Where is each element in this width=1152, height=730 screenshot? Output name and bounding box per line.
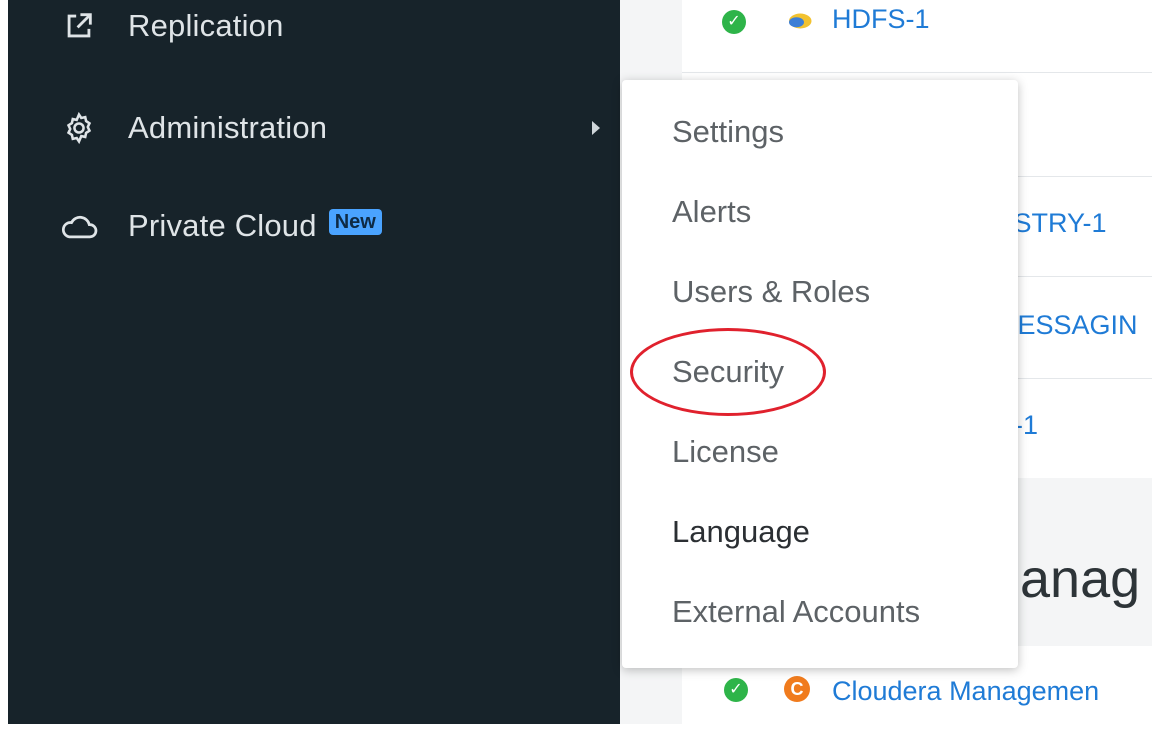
sidebar-item-administration[interactable]: Administration <box>60 98 600 158</box>
service-link-hdfs[interactable]: HDFS-1 <box>832 4 930 35</box>
sidebar: Replication Administration Private Cloud… <box>8 0 620 724</box>
cloudera-logo-icon: C <box>784 676 810 702</box>
status-ok-icon: ✓ <box>724 678 748 702</box>
menu-item-users-roles[interactable]: Users & Roles <box>672 274 870 310</box>
menu-item-settings[interactable]: Settings <box>672 114 784 150</box>
service-link-schema-registry[interactable]: ISTRY-1 <box>1006 208 1107 239</box>
sidebar-item-private-cloud[interactable]: Private Cloud New <box>60 196 382 256</box>
menu-item-language[interactable]: Language <box>672 514 810 550</box>
caret-right-icon <box>592 121 600 135</box>
sidebar-item-label: Private Cloud <box>128 208 317 243</box>
status-ok-icon: ✓ <box>722 10 746 34</box>
sidebar-item-label: Administration <box>128 110 328 145</box>
menu-item-license[interactable]: License <box>672 434 779 470</box>
administration-menu: Settings Alerts Users & Roles Security L… <box>622 80 1018 668</box>
service-link-cloudera-management[interactable]: Cloudera Managemen <box>832 676 1099 707</box>
menu-item-external-accounts[interactable]: External Accounts <box>672 594 920 630</box>
external-link-icon <box>60 7 98 45</box>
new-badge: New <box>328 209 382 235</box>
section-heading: anag <box>1020 549 1141 609</box>
screenshot-border <box>0 0 8 730</box>
gear-icon <box>60 109 98 147</box>
service-link-messaging[interactable]: IESSAGIN <box>1010 310 1138 341</box>
hdfs-service-icon <box>784 6 814 36</box>
sidebar-item-label: Replication <box>128 8 284 43</box>
menu-item-security[interactable]: Security <box>672 354 784 390</box>
screenshot-border <box>0 724 1152 730</box>
cloud-icon <box>60 207 98 245</box>
menu-item-alerts[interactable]: Alerts <box>672 194 751 230</box>
row-divider <box>682 72 1152 73</box>
sidebar-item-replication[interactable]: Replication <box>60 0 284 56</box>
